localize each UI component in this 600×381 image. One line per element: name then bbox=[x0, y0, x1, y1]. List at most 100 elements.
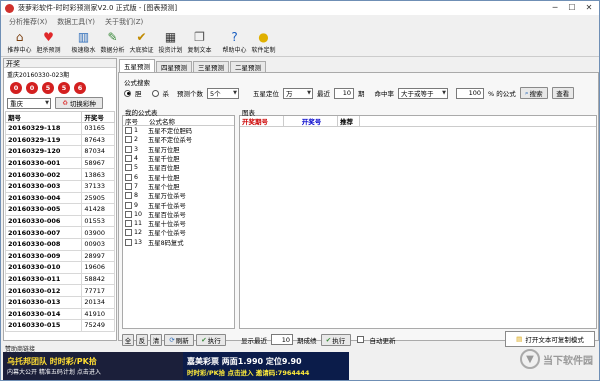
draw-ball: 5 bbox=[58, 82, 70, 94]
chart-area: 图表 开奖期号 开奖号 推荐 bbox=[239, 109, 597, 329]
checkbox[interactable] bbox=[125, 220, 132, 228]
formula-item[interactable]: 13 五星8码复式 bbox=[123, 238, 234, 247]
switch-lottery-button[interactable]: ♻ 切换彩种 bbox=[55, 97, 103, 109]
hit-value-input[interactable]: 100 bbox=[456, 87, 484, 99]
checkbox[interactable] bbox=[125, 127, 132, 135]
region-select[interactable]: 重庆 bbox=[7, 97, 51, 109]
table-row[interactable]: 20160330-001 58967 bbox=[4, 156, 115, 170]
switch-icon: ♻ bbox=[62, 99, 68, 107]
table-row[interactable]: 20160330-006 01553 bbox=[4, 214, 115, 228]
position-select[interactable]: 万 bbox=[283, 87, 313, 99]
toolbar-data-analysis[interactable]: ✎ 数据分析 bbox=[98, 29, 127, 55]
table-row[interactable]: 20160330-002 13863 bbox=[4, 168, 115, 181]
table-row[interactable]: 20160330-005 41428 bbox=[4, 203, 115, 216]
recent-input[interactable]: 10 bbox=[334, 87, 354, 99]
tab-five-star[interactable]: 五星预测 bbox=[119, 59, 155, 72]
formula-item[interactable]: 6 五星十位胆 bbox=[123, 172, 234, 182]
formula-item[interactable]: 3 五星万位胆 bbox=[123, 145, 234, 154]
search-group-label: 公式搜索 bbox=[124, 79, 150, 87]
auto-update-checkbox[interactable] bbox=[356, 336, 364, 343]
tab-four-star[interactable]: 四星预测 bbox=[156, 61, 192, 72]
table-row[interactable]: 20160330-014 41910 bbox=[4, 307, 115, 321]
toolbar-copy-text[interactable]: ❐ 复制文本 bbox=[185, 29, 214, 55]
table-row[interactable]: 20160330-004 25905 bbox=[4, 191, 115, 205]
table-row[interactable]: 20160329-119 87643 bbox=[4, 133, 115, 147]
checkbox[interactable] bbox=[125, 136, 132, 144]
formula-item[interactable]: 9 五星千位杀号 bbox=[123, 200, 234, 210]
checkbox[interactable] bbox=[125, 238, 132, 246]
toolbar-dan-predict[interactable]: ♥ 胆杀预测 bbox=[34, 29, 63, 55]
table-row[interactable]: 20160329-120 87034 bbox=[4, 145, 115, 158]
check-icon: ✔ bbox=[136, 29, 147, 44]
pred-count-select[interactable]: 5个 bbox=[207, 87, 239, 99]
formula-item[interactable]: 2 五星不定位杀号 bbox=[123, 135, 234, 144]
table-row[interactable]: 20160329-118 03165 bbox=[4, 122, 115, 135]
table-row[interactable]: 20160330-012 77717 bbox=[4, 284, 115, 297]
toolbar-invest-plan[interactable]: ▦ 投资计划 bbox=[156, 29, 185, 55]
checkbox[interactable] bbox=[125, 201, 132, 209]
tab-three-star[interactable]: 三星预测 bbox=[193, 61, 229, 72]
chart-icon: ▥ bbox=[77, 29, 90, 44]
col-recommend: 推荐 bbox=[338, 115, 360, 127]
table-row[interactable]: 20160330-003 37133 bbox=[4, 179, 115, 193]
formula-item[interactable]: 5 五星百位胆 bbox=[123, 163, 234, 172]
dan-radio[interactable] bbox=[124, 89, 131, 97]
formula-list-caption: 我的公式表 bbox=[125, 109, 158, 117]
toolbar-help[interactable]: ? 帮助中心 bbox=[220, 29, 249, 55]
checkbox[interactable] bbox=[125, 155, 132, 163]
toolbar-fast[interactable]: ▥ 极速稳水 bbox=[69, 29, 98, 55]
formula-item[interactable]: 1 五星不定位胆码 bbox=[123, 126, 234, 135]
formula-item[interactable]: 8 五星万位杀号 bbox=[123, 191, 234, 200]
execute-icon: ✔ bbox=[201, 335, 207, 344]
search-button[interactable]: ⌕ 搜索 bbox=[519, 87, 548, 99]
formula-item[interactable]: 10 五星百位杀号 bbox=[123, 210, 234, 219]
checkbox[interactable] bbox=[125, 192, 132, 200]
checkbox[interactable] bbox=[125, 182, 132, 190]
table-row[interactable]: 20160330-011 58842 bbox=[4, 272, 115, 286]
sponsor-label: 赞助商链接 bbox=[5, 346, 36, 353]
table-row[interactable]: 20160330-009 28997 bbox=[4, 249, 115, 263]
table-row[interactable]: 20160330-010 19606 bbox=[4, 261, 115, 274]
toolbar-recommend-center[interactable]: ⌂ 推荐中心 bbox=[5, 29, 34, 55]
table-row[interactable]: 20160330-015 75249 bbox=[4, 319, 115, 332]
toolbar-customize[interactable]: ● 软件定制 bbox=[249, 29, 278, 55]
maximize-button[interactable]: ☐ bbox=[565, 2, 579, 13]
watermark-logo-icon: ▼ bbox=[520, 349, 540, 369]
sponsor-banner[interactable]: 乌托邦团队 时时彩/PK拾 内幕大公开 精准五码计划 点击进入 嘉美彩票 两面1… bbox=[3, 352, 349, 380]
sha-radio[interactable] bbox=[151, 89, 159, 97]
search-icon: ⌕ bbox=[524, 88, 529, 97]
watermark: ▼ 当下软件园 bbox=[520, 349, 593, 369]
table-row[interactable]: 20160330-013 20134 bbox=[4, 295, 115, 309]
checkbox[interactable] bbox=[125, 173, 132, 181]
formula-item[interactable]: 11 五星十位杀号 bbox=[123, 219, 234, 228]
execute-icon: ✔ bbox=[325, 335, 332, 344]
view-button[interactable]: 查看 bbox=[551, 87, 574, 99]
checkbox[interactable] bbox=[125, 164, 132, 172]
window-title: 菠萝彩软件-时时彩预测家V2.0 正式版 - [图表预测] bbox=[18, 4, 178, 12]
draw-panel-header: 开奖 bbox=[4, 59, 116, 68]
checkbox[interactable] bbox=[125, 210, 132, 218]
table-row[interactable]: 20160330-007 03900 bbox=[4, 226, 115, 239]
draw-ball: 6 bbox=[74, 82, 86, 94]
banner-right[interactable]: 嘉美彩票 两面1.990 定位9.90 时时彩/PK拾 点击进入 邀请码:796… bbox=[183, 352, 349, 380]
hit-op-select[interactable]: 大于或等于 bbox=[398, 87, 448, 99]
formula-list: 我的公式表 序号 公式名称 1 五星不定位胆码 2 五星不定位杀号 3 五星万位胆 4五… bbox=[122, 109, 235, 329]
table-row[interactable]: 20160330-008 00903 bbox=[4, 237, 115, 251]
toolbar-verify[interactable]: ✔ 大底验证 bbox=[127, 29, 156, 55]
formula-item[interactable]: 7 五星个位胆 bbox=[123, 182, 234, 191]
document-icon: ▤ bbox=[516, 335, 523, 343]
formula-item[interactable]: 4 五星千位胆 bbox=[123, 154, 234, 163]
minimize-button[interactable]: ─ bbox=[548, 2, 562, 13]
checkbox[interactable] bbox=[125, 145, 132, 153]
menu-item-tools[interactable]: 数据工具(Y) bbox=[57, 17, 95, 27]
tab-two-star[interactable]: 二星预测 bbox=[230, 61, 266, 72]
toolbar: ⌂ 推荐中心 ♥ 胆杀预测 ▥ 极速稳水 ✎ 数据分析 ✔ 大底验证 ▦ 投资计划 ❐ 复制文… bbox=[1, 29, 599, 57]
checkbox[interactable] bbox=[125, 229, 132, 237]
search-controls: 胆 杀 预测个数 5个 五星定位 万 最近 10 期 命中率 大于或等于 100… bbox=[124, 87, 594, 99]
banner-left[interactable]: 乌托邦团队 时时彩/PK拾 内幕大公开 精准五码计划 点击进入 bbox=[3, 352, 183, 380]
close-button[interactable]: ✕ bbox=[582, 2, 596, 13]
menu-item-recommend[interactable]: 分析推荐(X) bbox=[9, 17, 47, 27]
menu-item-about[interactable]: 关于我们(Z) bbox=[105, 17, 143, 27]
refresh-icon: ⟳ bbox=[169, 335, 175, 344]
formula-item[interactable]: 12 五星个位杀号 bbox=[123, 228, 234, 237]
